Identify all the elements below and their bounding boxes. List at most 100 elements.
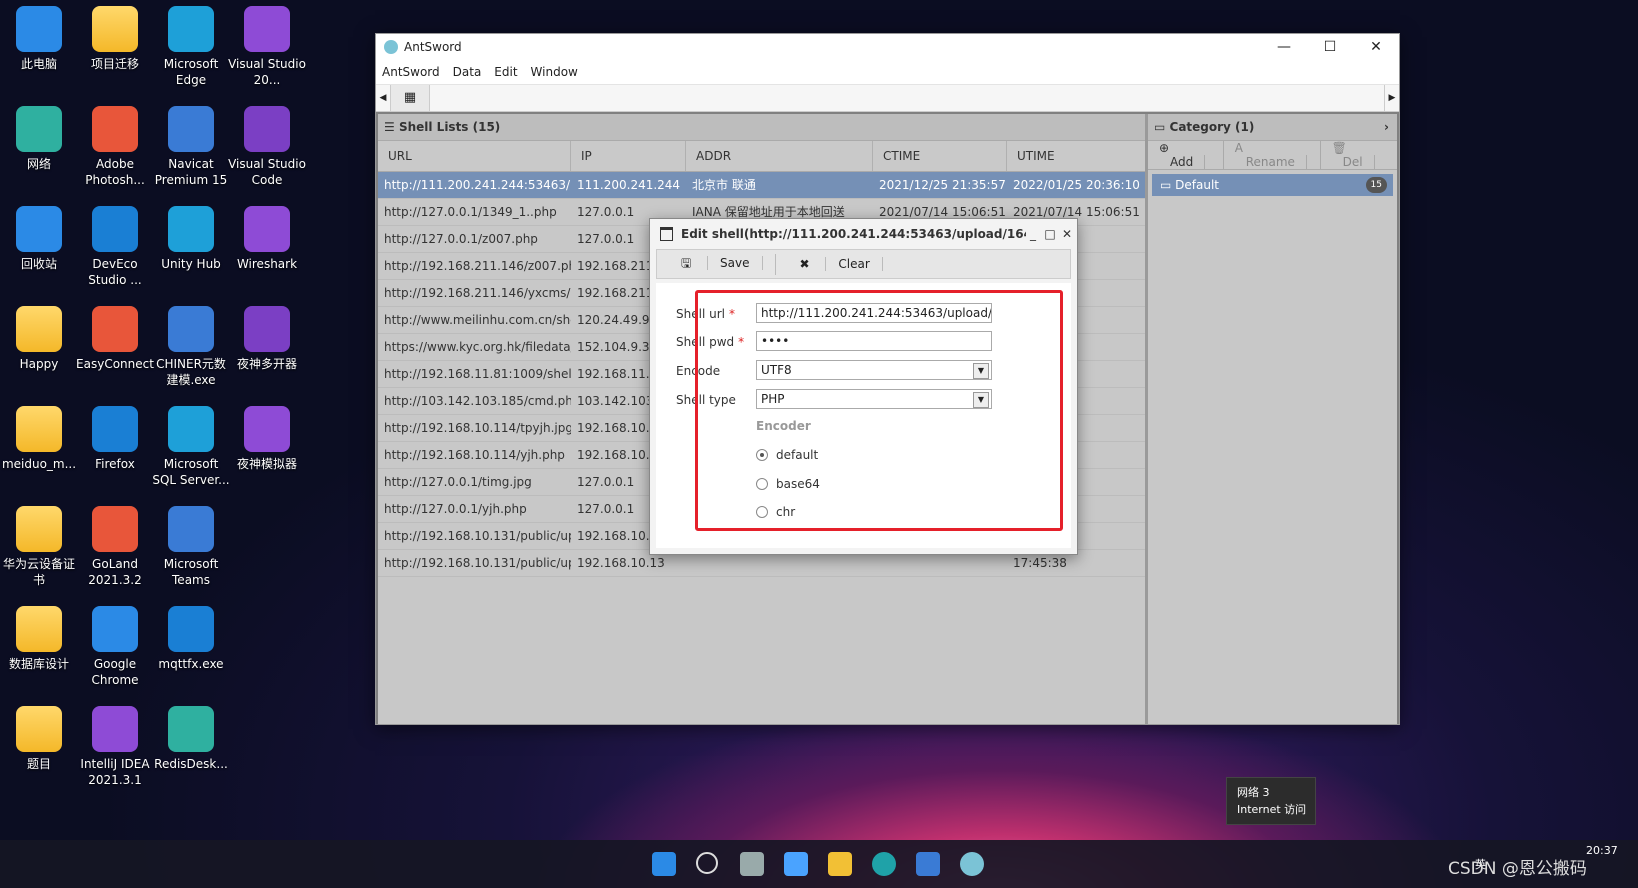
delete-category-button[interactable]: 🗑 Del (1321, 141, 1397, 169)
widgets-icon[interactable] (784, 852, 808, 876)
edge-icon (168, 6, 214, 52)
desktop-icon-nox-player[interactable]: 夜神模拟器 (228, 406, 306, 472)
recycle-bin-icon (16, 206, 62, 252)
col-addr[interactable]: ADDR (686, 141, 873, 171)
menu-bar: AntSword Data Edit Window (376, 60, 1399, 85)
add-label: Add (1159, 155, 1206, 169)
desktop-icon-intellij[interactable]: IntelliJ IDEA 2021.3.1 (76, 706, 154, 788)
desktop-icon-label: 夜神多开器 (236, 357, 297, 371)
menu-edit[interactable]: Edit (494, 65, 517, 79)
desktop-icon-edge[interactable]: Microsoft Edge (152, 6, 230, 88)
file-explorer-icon[interactable] (828, 852, 852, 876)
rename-category-button[interactable]: A Rename (1224, 141, 1321, 169)
cell-url: http://127.0.0.1/z007.php (384, 232, 538, 246)
dialog-minimize-button[interactable]: _ (1026, 227, 1040, 241)
network-popup-line1: 网络 3 (1237, 786, 1270, 799)
deveco-icon (92, 206, 138, 252)
cell-url: http://192.168.10.114/yjh.php (384, 448, 565, 462)
huawei-cert-folder-icon (16, 506, 62, 552)
folder-icon: ▭ (1154, 120, 1170, 134)
dialog-close-button[interactable]: ✕ (1060, 227, 1074, 241)
this-pc-icon (16, 6, 62, 52)
category-item-label: Default (1175, 178, 1220, 192)
dialog-maximize-button[interactable]: □ (1043, 227, 1057, 241)
category-toolbar: ⊕ Add A Rename 🗑 Del (1148, 141, 1397, 170)
minimize-button[interactable]: — (1261, 39, 1307, 55)
close-button[interactable]: ✕ (1353, 39, 1399, 55)
cell-url: http://192.168.10.131/public/uplo: (384, 529, 571, 543)
task-view-icon[interactable] (740, 852, 764, 876)
desktop-icon-project-migrate[interactable]: 项目迁移 (76, 6, 154, 72)
desktop-icon-unity-hub[interactable]: Unity Hub (152, 206, 230, 272)
shell-list-title: Shell Lists (15) (398, 120, 501, 134)
vscode-icon (244, 106, 290, 152)
category-item-default[interactable]: ▭ Default 15 (1152, 174, 1393, 196)
tab-home[interactable]: ▦ (391, 85, 430, 111)
antsword-logo-icon (384, 40, 398, 54)
table-row[interactable]: http://111.200.241.244:53463/upl 111.200.… (378, 172, 1169, 199)
desktop-icon-sql-server[interactable]: Microsoft SQL Server... (152, 406, 230, 488)
desktop-icon-label: Google Chrome (91, 657, 139, 687)
desktop-icon-mqttfx[interactable]: mqttfx.exe (152, 606, 230, 672)
cell-url: http://127.0.0.1/yjh.php (384, 502, 527, 516)
clock[interactable]: 20:37 (1586, 844, 1618, 857)
desktop-icon-easyconnect[interactable]: EasyConnect (76, 306, 154, 372)
antsword-taskbar-icon[interactable] (960, 852, 984, 876)
search-icon[interactable] (696, 852, 718, 874)
start-icon[interactable] (652, 852, 676, 876)
tab-scroll-left-button[interactable]: ◀ (376, 85, 391, 111)
desktop-icon-vscode[interactable]: Visual Studio Code (228, 106, 306, 188)
cell-url: http://192.168.211.146/z007.php (384, 259, 571, 273)
desktop-icon-redis-desktop[interactable]: RedisDesk... (152, 706, 230, 772)
desktop-icon-recycle-bin[interactable]: 回收站 (0, 206, 78, 272)
menu-window[interactable]: Window (531, 65, 578, 79)
menu-antsword[interactable]: AntSword (382, 65, 440, 79)
col-url[interactable]: URL (378, 141, 571, 171)
desktop-icon-happy-folder[interactable]: Happy (0, 306, 78, 372)
desktop-icon-db-design-folder[interactable]: 数据库设计 (0, 606, 78, 672)
desktop-icon-goland[interactable]: GoLand 2021.3.2 (76, 506, 154, 588)
desktop-icon-label: Microsoft Edge (163, 57, 219, 87)
grid-header: URL IP ADDR CTIME UTIME (378, 141, 1169, 172)
desktop-icon-firefox[interactable]: Firefox (76, 406, 154, 472)
desktop-icon-meiduo-folder[interactable]: meiduo_m... (0, 406, 78, 472)
add-category-button[interactable]: ⊕ Add (1148, 141, 1224, 169)
network-popup: 网络 3 Internet 访问 (1226, 777, 1316, 825)
tab-bar: ◀ ▦ ▶ (376, 85, 1399, 112)
list-icon: ☰ (384, 120, 399, 134)
desktop-icon-huawei-cert-folder[interactable]: 华为云设备证书 (0, 506, 78, 588)
edge-icon[interactable] (872, 852, 896, 876)
desktop-icon-teams[interactable]: Microsoft Teams (152, 506, 230, 588)
desktop-icon-this-pc[interactable]: 此电脑 (0, 6, 78, 72)
menu-data[interactable]: Data (453, 65, 482, 79)
firefox-icon (92, 406, 138, 452)
col-ip[interactable]: IP (571, 141, 686, 171)
col-ctime[interactable]: CTIME (873, 141, 1007, 171)
desktop-icon-visual-studio[interactable]: Visual Studio 20... (228, 6, 306, 88)
clear-label: Clear (826, 257, 883, 271)
desktop-icon-label: Wireshark (236, 257, 298, 271)
desktop-icon-chiner[interactable]: CHINER元数建模.exe (152, 306, 230, 388)
desktop-icon-photoshop[interactable]: Adobe Photosh... (76, 106, 154, 188)
desktop-icon-label: Navicat Premium 15 (154, 157, 228, 187)
desktop-icon-timu-folder[interactable]: 题目 (0, 706, 78, 772)
desktop-icon-deveco[interactable]: DevEco Studio ... (76, 206, 154, 288)
grid-icon: ▦ (403, 90, 417, 105)
tab-scroll-right-button[interactable]: ▶ (1384, 85, 1399, 111)
desktop-icon-label: Firefox (95, 457, 135, 471)
clear-button[interactable]: ✖ Clear (776, 257, 895, 271)
desktop-icon-navicat[interactable]: Navicat Premium 15 (152, 106, 230, 188)
maximize-button[interactable]: ☐ (1307, 39, 1353, 55)
desktop-icon-wireshark[interactable]: Wireshark (228, 206, 306, 272)
save-button[interactable]: 🖫 Save (657, 253, 776, 275)
desktop-icon-nox-multi[interactable]: 夜神多开器 (228, 306, 306, 372)
happy-folder-icon (16, 306, 62, 352)
category-collapse-icon[interactable]: › (1384, 114, 1389, 140)
desktop-icon-chrome[interactable]: Google Chrome (76, 606, 154, 688)
unity-hub-icon (168, 206, 214, 252)
cell-url: http://127.0.0.1/timg.jpg (384, 475, 532, 489)
store-icon[interactable] (916, 852, 940, 876)
cell-url: https://www.kyc.org.hk/filedata/tl (384, 340, 571, 354)
chrome-icon (92, 606, 138, 652)
desktop-icon-network[interactable]: 网络 (0, 106, 78, 172)
